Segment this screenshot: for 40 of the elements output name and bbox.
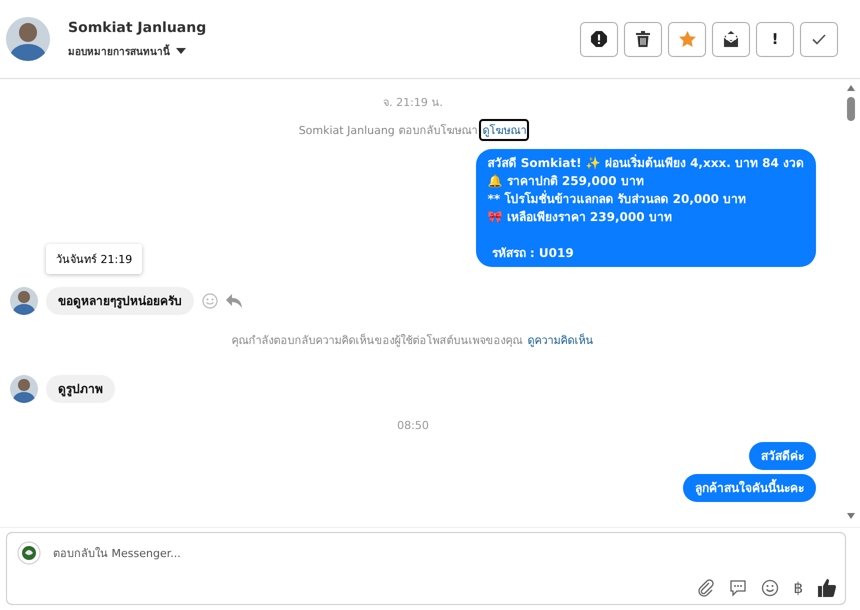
assign-dropdown[interactable]: มอบหมายการสนทนานี้ (68, 44, 206, 58)
star-icon (678, 31, 696, 47)
contact-name: Somkiat Janluang (68, 20, 206, 36)
timestamp: จ. 21:19 น. (383, 95, 443, 111)
reply-field[interactable]: ตอบกลับใน Messenger... ฿ (6, 532, 846, 605)
chat-icon[interactable] (729, 579, 748, 597)
message-bubble: สวัสดีค่ะ (749, 442, 816, 470)
message-bubble: ลูกค้าสนใจคันนี้นะคะ (683, 474, 816, 502)
done-button[interactable] (800, 22, 838, 56)
reply-icon[interactable] (226, 294, 242, 308)
timestamp: 08:50 (397, 419, 429, 432)
alert-button[interactable] (580, 22, 618, 56)
payment-button[interactable]: ฿ (793, 579, 803, 597)
notice-link[interactable]: ดูความคิดเห็น (526, 331, 594, 349)
page-logo-icon (17, 541, 41, 565)
mail-button[interactable] (712, 22, 750, 56)
alert-icon (590, 30, 608, 48)
avatar (10, 287, 38, 315)
notice-text: คุณกำลังตอบกลับความคิดเห็นของผู้ใช้ต่อโพสต์บนเพจของคุณ (232, 332, 522, 349)
avatar (6, 17, 50, 61)
mail-icon (722, 30, 740, 48)
star-button[interactable] (668, 22, 706, 56)
check-icon (812, 34, 826, 44)
thumbs-up-icon[interactable] (817, 578, 837, 598)
attach-icon[interactable] (697, 579, 716, 597)
scroll-down-icon[interactable] (847, 513, 855, 519)
tooltip: วันจันทร์ 21:19 (46, 244, 142, 274)
delete-button[interactable] (624, 22, 662, 56)
flag-button[interactable]: ! (756, 22, 794, 56)
notice-text: Somkiat Janluang ตอบกลับโฆษณา (298, 123, 478, 139)
emoji-icon[interactable] (761, 579, 780, 597)
notice-link[interactable]: ดูโฆษณา (481, 121, 528, 139)
message-bubble: ดูรูปภาพ (46, 375, 115, 403)
caret-icon (176, 48, 186, 54)
avatar (10, 375, 38, 403)
scroll-up-icon[interactable] (847, 85, 855, 91)
message-bubble: สวัสดี Somkiat! ✨ ผ่อนเริ่มต้นเพียง 4,xxx. บาท 84 งวด 🔔 ราคาปกติ 259,000 บาท ** โปรโมชั่นข้าวแลกลด รับส่วนลด 20,000 บาท 🎀 เหลือเพียงราคา 239,000 บาท รหัสรถ : U019 (476, 149, 816, 267)
trash-icon (636, 31, 650, 47)
message-bubble: ขอดูหลายๆรูปหน่อยครับ (46, 287, 194, 315)
scrollbar-thumb[interactable] (847, 97, 855, 121)
